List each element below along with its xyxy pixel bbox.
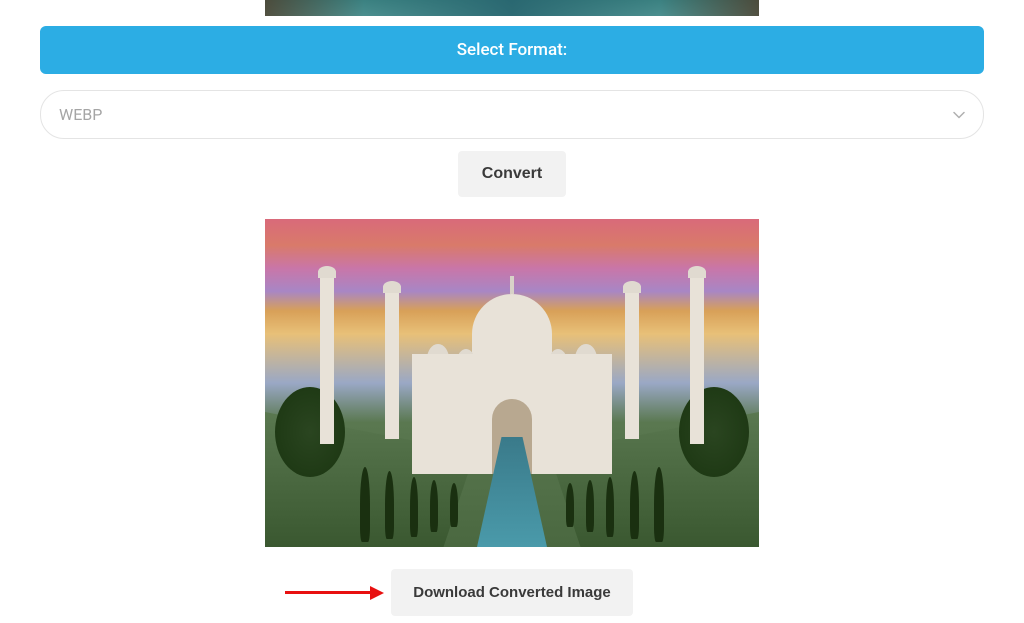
source-image-preview <box>265 0 759 16</box>
chevron-down-icon <box>953 109 965 121</box>
download-button[interactable]: Download Converted Image <box>391 569 633 616</box>
arrow-annotation <box>285 583 385 603</box>
format-header: Select Format: <box>40 26 984 74</box>
converted-image-preview <box>265 219 759 547</box>
format-select-value: WEBP <box>59 105 102 124</box>
format-select[interactable]: WEBP <box>40 90 984 139</box>
convert-button[interactable]: Convert <box>458 151 566 197</box>
